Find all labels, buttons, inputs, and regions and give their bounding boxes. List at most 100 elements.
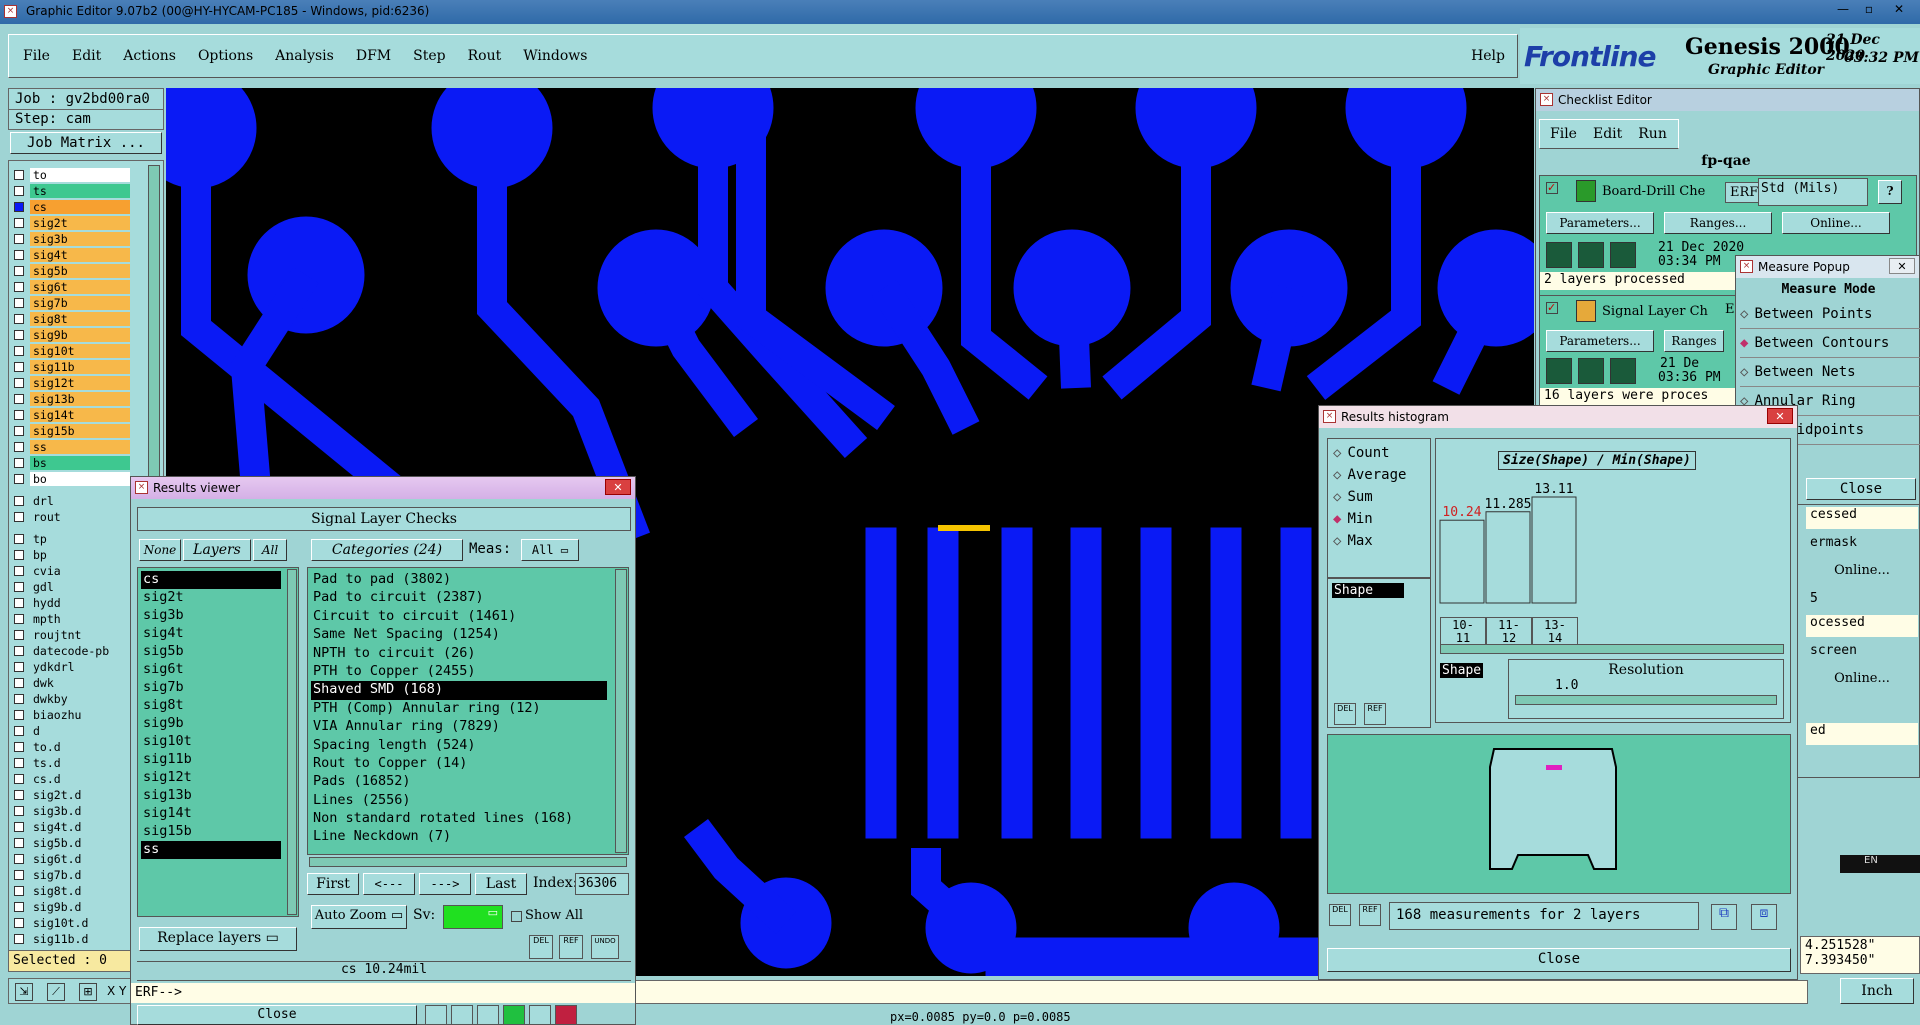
sv-color-select[interactable]: ▭ [443,905,503,929]
tool-icon-5[interactable] [529,1005,551,1025]
result-layer-item[interactable]: sig8t [141,697,281,715]
categories-button[interactable]: Categories (24) [311,539,463,561]
layer-checkbox[interactable] [14,582,24,592]
layer-row[interactable]: sig9b.d [14,899,134,915]
result-layer-item[interactable]: sig9b [141,715,281,733]
layer-row[interactable]: sig6t.d [14,851,134,867]
layer-checkbox[interactable] [14,694,24,704]
layer-row[interactable]: sig8t.d [14,883,134,899]
unit-button[interactable]: Inch [1840,978,1914,1004]
layer-row[interactable]: sig4t.d [14,819,134,835]
layer-row[interactable]: sig7b [14,295,134,311]
layer-row[interactable]: cs.d [14,771,134,787]
hist-zoom-icon[interactable]: ⧉ [1711,904,1737,930]
layer-checkbox[interactable] [14,534,24,544]
menu-rout[interactable]: Rout [468,48,502,64]
hist-del-icon-2[interactable]: DEL [1329,904,1351,926]
layer-checkbox[interactable] [14,902,24,912]
menu-edit[interactable]: Edit [72,48,101,64]
checklist-menu-edit[interactable]: Edit [1593,126,1622,142]
layer-checkbox[interactable] [14,838,24,848]
result-category-item[interactable]: Line Neckdown (7) [311,828,607,846]
layer-row[interactable]: dwkby [14,691,134,707]
menu-step[interactable]: Step [413,48,445,64]
tool-icon-3[interactable] [477,1005,499,1025]
layer-row[interactable]: hydd [14,595,134,611]
partial-online-1[interactable]: Online... [1806,559,1918,585]
tool-icon-2[interactable] [451,1005,473,1025]
layer-row[interactable]: sig15b [14,423,134,439]
hist-del-icon[interactable]: DEL [1334,703,1356,725]
measure-close-icon[interactable]: ✕ [1889,258,1915,274]
result-layer-item[interactable]: sig2t [141,589,281,607]
next-button[interactable]: ---> [419,873,471,895]
check-item-1-checkbox[interactable]: ✓ [1546,182,1558,194]
result-layer-item[interactable]: sig7b [141,679,281,697]
layer-checkbox[interactable] [14,630,24,640]
last-button[interactable]: Last [475,873,527,895]
layer-checkbox[interactable] [14,646,24,656]
result-category-item[interactable]: Lines (2556) [311,792,607,810]
layer-checkbox[interactable] [14,614,24,624]
layer-row[interactable]: sig5b [14,263,134,279]
layer-row[interactable]: sig2t [14,215,134,231]
grid-tool-icon[interactable]: ⊞ [79,983,97,1001]
layer-row[interactable]: cvia [14,563,134,579]
layers-all-button[interactable]: All [253,539,287,561]
layer-checkbox[interactable] [14,758,24,768]
histogram-bar[interactable] [1531,496,1577,604]
checklist-menu-file[interactable]: File [1550,126,1577,142]
check-item-1-online[interactable]: Online... [1782,212,1890,234]
layer-checkbox[interactable] [14,410,24,420]
measure-option[interactable]: ◇ Between Points [1740,300,1920,329]
prev-button[interactable]: <--- [363,873,415,895]
measure-tool-icon[interactable]: ⟋ [47,983,65,1001]
layer-checkbox[interactable] [14,566,24,576]
layer-checkbox[interactable] [14,918,24,928]
results-ref-icon[interactable]: REF [559,935,583,959]
layer-checkbox[interactable] [14,170,24,180]
check-item-2-ranges[interactable]: Ranges [1664,330,1724,352]
layer-checkbox[interactable] [14,218,24,228]
result-layer-item[interactable]: sig3b [141,607,281,625]
layer-checkbox[interactable] [14,378,24,388]
resolution-slider[interactable] [1515,695,1777,705]
result-layer-item[interactable]: ss [141,841,281,859]
layer-checkbox[interactable] [14,662,24,672]
first-button[interactable]: First [307,873,359,895]
layer-row[interactable]: sig8t [14,311,134,327]
shape-item[interactable]: Shape [1332,583,1404,598]
report-icon-2[interactable] [1578,358,1604,384]
checklist-menu-run[interactable]: Run [1638,126,1667,142]
layer-checkbox[interactable] [14,934,24,944]
layer-row[interactable]: to [14,167,134,183]
meas-select[interactable]: All ▭ [521,539,579,561]
tool-icon-1[interactable] [425,1005,447,1025]
check-item-1-erfval[interactable]: Std (Mils) [1758,178,1868,206]
result-layer-item[interactable]: sig11b [141,751,281,769]
help-icon[interactable]: ? [1878,180,1902,204]
layer-row[interactable]: drl [14,493,134,509]
layer-checkbox[interactable] [14,598,24,608]
layer-checkbox[interactable] [14,806,24,816]
menu-help[interactable]: Help [1471,48,1505,64]
layer-checkbox[interactable] [14,298,24,308]
job-matrix-button[interactable]: Job Matrix ... [10,132,162,154]
layer-checkbox[interactable] [14,726,24,736]
measure-close-button[interactable]: Close [1806,478,1916,500]
layer-checkbox[interactable] [14,394,24,404]
result-layer-item[interactable]: sig15b [141,823,281,841]
hist-ref-icon-2[interactable]: REF [1359,904,1381,926]
result-category-item[interactable]: NPTH to circuit (26) [311,645,607,663]
results-undo-icon[interactable]: UNDO [591,935,619,959]
layer-row[interactable]: sig6t [14,279,134,295]
result-category-item[interactable]: Shaved SMD (168) [311,681,607,700]
result-layer-item[interactable]: sig5b [141,643,281,661]
layer-checkbox[interactable] [14,458,24,468]
histogram-close-icon[interactable]: ✕ [1767,408,1793,424]
report-icon[interactable] [1578,242,1604,268]
layer-row[interactable]: sig2t.d [14,787,134,803]
layer-row[interactable]: d [14,723,134,739]
results-close-button[interactable]: Close [137,1005,417,1025]
layer-row[interactable]: sig11b [14,359,134,375]
